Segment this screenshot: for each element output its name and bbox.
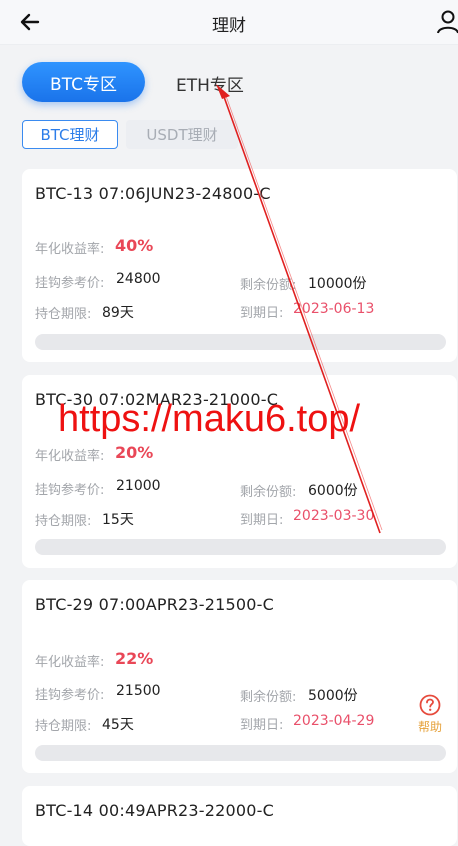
expiry-value: 2023-06-13 <box>293 301 375 317</box>
yield-label: 年化收益率: <box>35 242 105 257</box>
yield-value: 20% <box>115 443 154 462</box>
remaining-label: 剩余份额: <box>240 278 297 293</box>
yield-label: 年化收益率: <box>35 655 105 670</box>
tab-eth-zone[interactable]: ETH专区 <box>176 71 244 96</box>
progress-bar <box>35 539 446 555</box>
remaining-value: 6000份 <box>308 483 358 499</box>
remaining-value: 5000份 <box>308 688 358 704</box>
term-label: 持仓期限: <box>35 307 92 322</box>
product-name: BTC-14 00:49APR23-22000-C <box>35 801 274 820</box>
progress-bar <box>35 745 446 761</box>
progress-bar <box>35 334 446 350</box>
product-card[interactable]: BTC-29 07:00APR23-21500-C 年化收益率: 22% 挂钩参… <box>22 580 457 773</box>
term-label: 持仓期限: <box>35 514 92 529</box>
product-card[interactable]: BTC-13 07:06JUN23-24800-C 年化收益率: 40% 挂钩参… <box>22 169 457 362</box>
expiry-label: 到期日: <box>240 306 284 321</box>
help-button[interactable]: 帮助 <box>412 694 448 735</box>
ref-price-value: 21500 <box>116 683 161 699</box>
yield-value: 22% <box>115 649 154 668</box>
expiry-value: 2023-04-29 <box>293 713 375 729</box>
page-title: 理财 <box>212 16 246 36</box>
expiry-label: 到期日: <box>240 513 284 528</box>
expiry-value: 2023-03-30 <box>293 508 375 524</box>
top-bar: 理财 <box>0 0 458 45</box>
user-icon[interactable] <box>436 9 458 35</box>
ref-price-label: 挂钩参考价: <box>35 276 105 291</box>
term-value: 45天 <box>102 717 134 733</box>
yield-label: 年化收益率: <box>35 449 105 464</box>
term-label: 持仓期限: <box>35 719 92 734</box>
watermark-url: https://maku6.top/ <box>58 398 361 440</box>
term-value: 15天 <box>102 512 134 528</box>
remaining-value: 10000份 <box>308 276 367 292</box>
yield-value: 40% <box>115 236 154 255</box>
tab-btc-zone[interactable]: BTC专区 <box>22 62 145 102</box>
product-name: BTC-29 07:00APR23-21500-C <box>35 595 274 614</box>
ref-price-value: 21000 <box>116 478 161 494</box>
help-label: 帮助 <box>417 720 442 734</box>
subtab-usdt-finance[interactable]: USDT理财 <box>126 120 238 149</box>
remaining-label: 剩余份额: <box>240 485 297 500</box>
expiry-label: 到期日: <box>240 718 284 733</box>
ref-price-label: 挂钩参考价: <box>35 483 105 498</box>
term-value: 89天 <box>102 305 134 321</box>
ref-price-value: 24800 <box>116 271 161 287</box>
product-card[interactable]: BTC-14 00:49APR23-22000-C <box>22 786 457 846</box>
product-name: BTC-13 07:06JUN23-24800-C <box>35 184 271 203</box>
ref-price-label: 挂钩参考价: <box>35 688 105 703</box>
subtab-btc-finance[interactable]: BTC理财 <box>22 120 118 149</box>
question-circle-icon <box>419 694 441 716</box>
remaining-label: 剩余份额: <box>240 690 297 705</box>
